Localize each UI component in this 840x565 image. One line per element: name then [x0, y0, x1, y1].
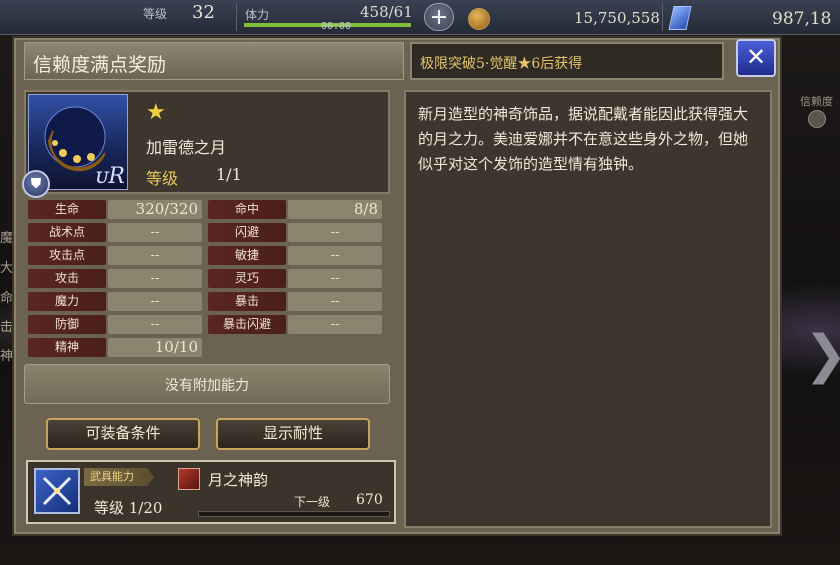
- next-level-value: 670: [356, 492, 383, 508]
- divider: [662, 3, 663, 31]
- trust-reward-dialog: 信赖度满点奖励 极限突破5·觉醒★6后获得 ✕ ᴜR ⛊ ★ 加雷德之月 等级 …: [12, 36, 782, 536]
- stat-label: 闪避: [208, 223, 286, 242]
- unlock-condition: 极限突破5·觉醒★6后获得: [420, 56, 583, 72]
- dialog-title: 信赖度满点奖励: [33, 54, 167, 76]
- ability-level: 等级 1/20: [94, 499, 163, 517]
- background-coin-icon: [808, 110, 826, 128]
- add-stamina-button[interactable]: +: [424, 3, 454, 31]
- stat-label: 灵巧: [208, 269, 286, 288]
- player-level-label: 等级: [143, 7, 168, 21]
- stat-value: --: [108, 246, 202, 265]
- stat-value: --: [288, 315, 382, 334]
- equip-conditions-button[interactable]: 可装备条件: [46, 418, 200, 450]
- item-name: 加雷德之月: [146, 138, 227, 157]
- stat-value: --: [108, 292, 202, 311]
- stat-label: 敏捷: [208, 246, 286, 265]
- stat-value: --: [108, 223, 202, 242]
- stat-value: --: [108, 269, 202, 288]
- ability-type-icon: [178, 468, 200, 490]
- stat-label: 魔力: [28, 292, 106, 311]
- ability-swords-icon: [34, 468, 80, 514]
- next-arrow-icon[interactable]: ❯: [804, 325, 840, 385]
- item-description: 新月造型的神奇饰品，据说配戴者能因此获得强大的月之力。美迪爱娜并不在意这些身外之…: [418, 105, 749, 173]
- stat-value: --: [288, 246, 382, 265]
- stat-label: 生命: [28, 200, 106, 219]
- gil-coin-icon: [468, 8, 490, 30]
- top-status-bar: 等级 32 体力 458/61 00:00 + 15,750,558 987,1…: [0, 0, 840, 35]
- stat-value: 8/8: [288, 200, 382, 219]
- ability-tag: 武具能力: [84, 468, 154, 486]
- stat-label: 攻击点: [28, 246, 106, 265]
- item-description-box: 新月造型的神奇饰品，据说配戴者能因此获得强大的月之力。美迪爱娜并不在意这些身外之…: [404, 90, 772, 528]
- weapon-ability-panel: 武具能力 月之神韵 等级 1/20 下一级 670: [26, 460, 396, 524]
- stat-value: --: [288, 292, 382, 311]
- crossed-swords-icon: [42, 476, 72, 506]
- item-level-label: 等级: [146, 169, 179, 188]
- stamina-value: 458/61: [360, 3, 413, 21]
- next-level-label: 下一级: [294, 495, 331, 509]
- stamina-label: 体力: [245, 8, 270, 22]
- stat-label: 战术点: [28, 223, 106, 242]
- stat-label: 防御: [28, 315, 106, 334]
- accessory-type-icon: ⛊: [22, 170, 50, 198]
- stat-label: 攻击: [28, 269, 106, 288]
- stat-label: 命中: [208, 200, 286, 219]
- unlock-condition-plate: 极限突破5·觉醒★6后获得: [410, 42, 724, 80]
- gil-amount: 15,750,558: [574, 9, 660, 27]
- stamina-timer: 00:00: [321, 21, 352, 32]
- stat-value: --: [288, 223, 382, 242]
- lapis-amount: 987,18: [772, 9, 832, 29]
- stat-value: 10/10: [108, 338, 202, 357]
- stat-label: 精神: [28, 338, 106, 357]
- close-button[interactable]: ✕: [736, 39, 776, 77]
- player-level-value: 32: [192, 2, 215, 23]
- stat-value: --: [108, 315, 202, 334]
- lapis-crystal-icon: [668, 6, 692, 30]
- ability-exp-bar: [198, 511, 390, 517]
- background-trust-label: 信赖度: [800, 95, 833, 108]
- stat-value: 320/320: [108, 200, 202, 219]
- divider: [236, 3, 237, 31]
- stat-value: --: [288, 269, 382, 288]
- no-additional-ability: 没有附加能力: [24, 364, 390, 404]
- rarity-label: ᴜR: [95, 164, 125, 189]
- stat-label: 暴击闪避: [208, 315, 286, 334]
- show-resistance-button[interactable]: 显示耐性: [216, 418, 370, 450]
- star-rank-icon: ★: [146, 100, 166, 125]
- item-level-value: 1/1: [216, 165, 242, 184]
- ability-name: 月之神韵: [208, 471, 269, 489]
- dialog-title-plate: 信赖度满点奖励: [24, 42, 404, 80]
- stat-label: 暴击: [208, 292, 286, 311]
- item-info-card: ᴜR ⛊ ★ 加雷德之月 等级 1/1: [22, 90, 390, 198]
- no-ability-label: 没有附加能力: [165, 378, 249, 394]
